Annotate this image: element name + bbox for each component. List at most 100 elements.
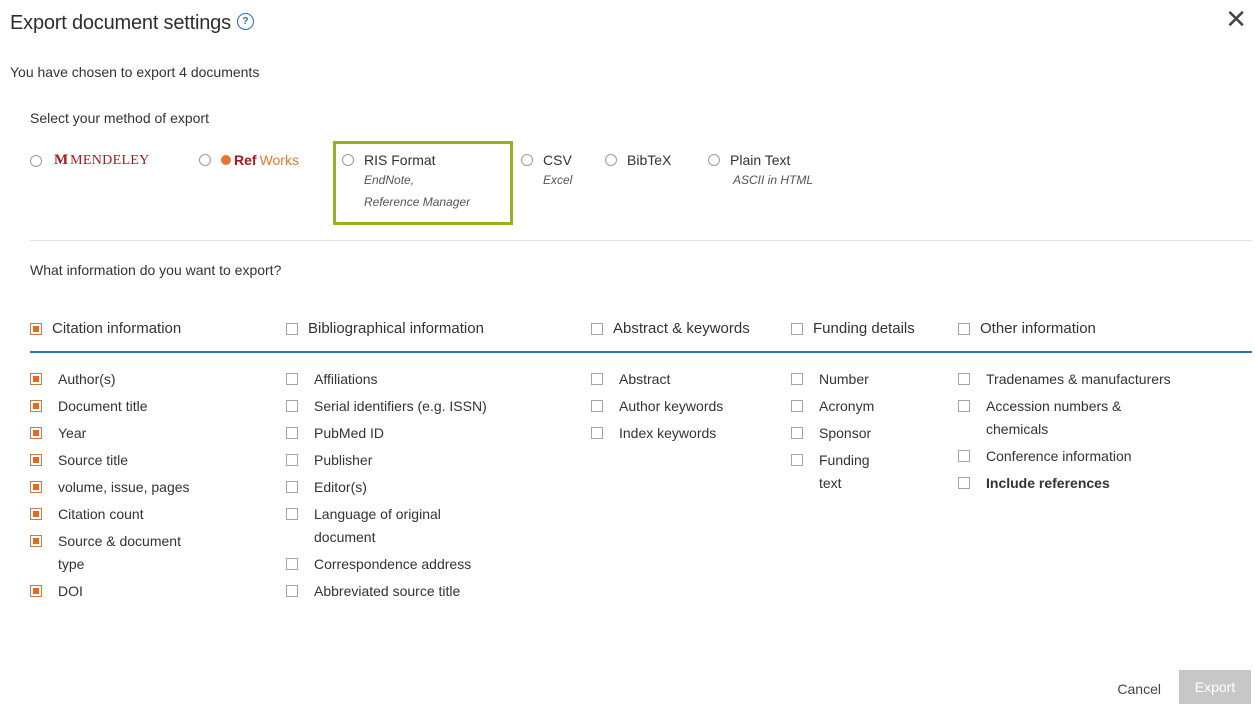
checkbox[interactable] (791, 427, 803, 439)
checkbox[interactable] (30, 508, 42, 520)
dialog-title-text: Export document settings (10, 12, 231, 34)
checkbox[interactable] (791, 373, 803, 385)
item-citation-count[interactable]: Citation count (30, 503, 250, 530)
item-author-keywords[interactable]: Author keywords (591, 395, 781, 422)
citation-items-list: Author(s) Document title Year Source tit… (30, 368, 250, 607)
cancel-button[interactable]: Cancel (1117, 681, 1161, 697)
item-label: Correspondence address (314, 556, 472, 572)
item-label: volume, issue, pages (58, 479, 190, 495)
other-items-list: Tradenames & manufacturers Accession num… (958, 368, 1248, 499)
mendeley-radio[interactable] (30, 154, 42, 167)
csv-sub-excel: Excel (543, 173, 573, 187)
item-abstract[interactable]: Abstract (591, 368, 781, 395)
item-label-line2: document (314, 529, 376, 545)
checkbox[interactable] (286, 454, 298, 466)
checkbox[interactable] (286, 585, 298, 597)
abstract-keywords-checkbox[interactable] (591, 322, 603, 335)
item-document-title[interactable]: Document title (30, 395, 250, 422)
item-label: Accession numbers & chemicals (986, 395, 1121, 441)
item-label: Sponsor (819, 425, 872, 441)
checkbox[interactable] (30, 400, 42, 412)
item-tradenames-manufacturers[interactable]: Tradenames & manufacturers (958, 368, 1248, 395)
item-accession-numbers-chemicals[interactable]: Accession numbers & chemicals (958, 395, 1248, 445)
other-information-checkbox[interactable] (958, 322, 970, 335)
plain-text-radio[interactable] (708, 154, 720, 166)
item-include-references[interactable]: Include references (958, 472, 1248, 499)
item-year[interactable]: Year (30, 422, 250, 449)
checkbox[interactable] (30, 481, 42, 493)
checkbox[interactable] (286, 427, 298, 439)
header-citation-information[interactable]: Citation information (30, 320, 181, 337)
checkbox[interactable] (958, 450, 970, 462)
header-bibliographical-information[interactable]: Bibliographical information (286, 320, 484, 337)
refworks-radio[interactable] (199, 154, 211, 166)
dialog-title: Export document settings? (10, 12, 254, 35)
help-icon[interactable]: ? (236, 13, 254, 31)
ris-radio[interactable] (342, 154, 354, 166)
checkbox[interactable] (591, 400, 603, 412)
item-serial-identifiers[interactable]: Serial identifiers (e.g. ISSN) (286, 395, 566, 422)
plain-text-sub-ascii: ASCII in HTML (733, 173, 814, 187)
close-icon[interactable]: ✕ (1225, 6, 1247, 32)
item-doi[interactable]: DOI (30, 580, 250, 607)
item-label: Year (58, 425, 87, 441)
header-abstract-keywords[interactable]: Abstract & keywords (591, 320, 750, 337)
csv-radio[interactable] (521, 154, 533, 166)
header-label: Funding details (813, 320, 915, 337)
item-abbreviated-source-title[interactable]: Abbreviated source title (286, 580, 566, 607)
bibtex-radio[interactable] (605, 154, 617, 166)
checkbox[interactable] (30, 373, 42, 385)
checkbox[interactable] (958, 373, 970, 385)
checkbox[interactable] (591, 427, 603, 439)
bibtex-label: BibTeX (627, 152, 672, 168)
checkbox[interactable] (30, 427, 42, 439)
item-editors[interactable]: Editor(s) (286, 476, 566, 503)
checkbox[interactable] (30, 535, 42, 547)
checkbox[interactable] (286, 558, 298, 570)
funding-details-checkbox[interactable] (791, 322, 803, 335)
item-index-keywords[interactable]: Index keywords (591, 422, 781, 449)
item-label: Serial identifiers (e.g. ISSN) (314, 398, 487, 414)
item-volume-issue-pages[interactable]: volume, issue, pages (30, 476, 250, 503)
item-source-title[interactable]: Source title (30, 449, 250, 476)
header-funding-details[interactable]: Funding details (791, 320, 915, 337)
checkbox[interactable] (30, 454, 42, 466)
item-label: Abstract (619, 371, 671, 387)
checkbox[interactable] (286, 373, 298, 385)
item-funding-text[interactable]: Funding text (791, 449, 941, 499)
item-sponsor[interactable]: Sponsor (791, 422, 941, 449)
citation-information-checkbox[interactable] (30, 322, 42, 335)
item-label: Document title (58, 398, 148, 414)
checkbox[interactable] (791, 454, 803, 466)
item-source-document-type[interactable]: Source & document type (30, 530, 250, 580)
option-mendeley[interactable]: M MENDELEY (30, 152, 150, 169)
export-button[interactable]: Export (1179, 670, 1251, 704)
item-acronym[interactable]: Acronym (791, 395, 941, 422)
mendeley-mark-icon: M (54, 152, 68, 168)
item-number[interactable]: Number (791, 368, 941, 395)
item-authors[interactable]: Author(s) (30, 368, 250, 395)
option-plain-text[interactable]: Plain Text ASCII in HTML (708, 152, 813, 191)
bibliographical-information-checkbox[interactable] (286, 322, 298, 335)
item-correspondence-address[interactable]: Correspondence address (286, 553, 566, 580)
item-pubmed-id[interactable]: PubMed ID (286, 422, 566, 449)
header-other-information[interactable]: Other information (958, 320, 1096, 337)
checkbox[interactable] (30, 585, 42, 597)
checkbox[interactable] (286, 481, 298, 493)
item-publisher[interactable]: Publisher (286, 449, 566, 476)
item-label-line2: text (819, 475, 842, 491)
option-csv[interactable]: CSV Excel (521, 152, 572, 191)
checkbox[interactable] (591, 373, 603, 385)
option-bibtex[interactable]: BibTeX (605, 152, 671, 168)
checkbox[interactable] (958, 400, 970, 412)
checkbox[interactable] (791, 400, 803, 412)
item-conference-information[interactable]: Conference information (958, 445, 1248, 472)
checkbox[interactable] (958, 477, 970, 489)
option-ris[interactable]: RIS Format EndNote, Reference Manager (342, 152, 470, 213)
item-affiliations[interactable]: Affiliations (286, 368, 566, 395)
export-method-label: Select your method of export (30, 110, 209, 126)
item-language-original-document[interactable]: Language of original document (286, 503, 566, 553)
checkbox[interactable] (286, 400, 298, 412)
option-refworks[interactable]: Ref Works (199, 152, 299, 168)
checkbox[interactable] (286, 508, 298, 520)
